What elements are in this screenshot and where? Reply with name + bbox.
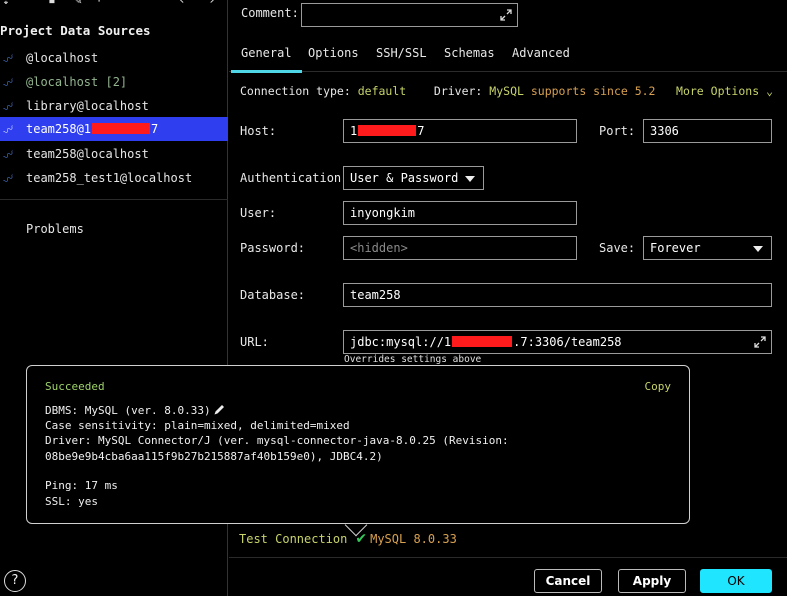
datasource-item[interactable]: 〰 team258_test1@localhost: [0, 166, 228, 190]
comment-label: Comment:: [241, 6, 299, 20]
host-prefix: 1: [350, 124, 358, 138]
datasource-item[interactable]: 〰 team258@localhost: [0, 142, 228, 166]
save-value: Forever: [650, 241, 701, 255]
dropdown-caret-icon: [753, 246, 763, 252]
connection-info-row: Connection type: default Driver: MySQL s…: [240, 84, 655, 98]
mysql-dolphin-icon: 〰: [0, 170, 18, 188]
url-hint: Overrides settings above: [344, 354, 482, 365]
popup-line: Case sensitivity: plain=mixed, delimited…: [45, 419, 350, 432]
mysql-dolphin-icon: 〰: [0, 50, 18, 68]
label-suffix: 7: [151, 122, 159, 136]
user-label: User:: [240, 206, 277, 220]
copy-link[interactable]: Copy: [645, 380, 672, 393]
pencil-icon[interactable]: [213, 403, 226, 416]
datasource-item[interactable]: 〰 @localhost [2]: [0, 70, 228, 94]
chevron-down-icon: ⌄: [766, 84, 773, 98]
redaction-bar: [92, 123, 151, 134]
toolbar-icon[interactable]: ⌐: [98, 0, 106, 8]
database-field[interactable]: team258: [343, 283, 772, 307]
driver-note: supports since 5.2: [530, 84, 656, 98]
tab-schemas[interactable]: Schemas: [444, 42, 495, 72]
test-result: MySQL 8.0.33: [370, 532, 457, 546]
authentication-value: User & Password: [350, 171, 459, 185]
divider: [0, 199, 228, 200]
expand-icon[interactable]: [500, 9, 512, 21]
more-options-link[interactable]: More Options ⌄: [676, 84, 773, 98]
comment-field[interactable]: [301, 3, 518, 27]
authentication-select[interactable]: User & Password: [343, 166, 484, 190]
datasource-item[interactable]: 〰 library@localhost: [0, 94, 228, 118]
more-options-label: More Options: [676, 84, 760, 98]
toolbar-icon[interactable]: ⇣: [2, 0, 10, 8]
save-select[interactable]: Forever: [643, 236, 772, 260]
cancel-button[interactable]: Cancel: [534, 569, 602, 593]
url-field[interactable]: jdbc:mysql://1 .7:3306/team258: [343, 330, 772, 354]
tab-advanced[interactable]: Advanced: [512, 42, 570, 72]
tab-general[interactable]: General: [231, 42, 302, 73]
mysql-dolphin-icon: 〰: [0, 121, 18, 139]
popup-line: Ping: 17 ms: [45, 479, 118, 492]
datasource-label: team258_test1@localhost: [26, 171, 193, 185]
mysql-dolphin-icon: 〰: [0, 98, 18, 116]
popup-line: SSL: yes: [45, 495, 98, 508]
port-field[interactable]: 3306: [643, 119, 772, 143]
label-prefix: team258@1: [26, 122, 92, 136]
connection-type-label: Connection type:: [240, 84, 351, 98]
datasource-label: team258@1 7: [26, 122, 158, 136]
dbms-version: DBMS: MySQL (ver. 8.0.33): [45, 404, 211, 417]
authentication-label: Authentication:: [240, 171, 349, 185]
problems-item[interactable]: Problems: [26, 222, 84, 236]
dropdown-caret-icon: [465, 176, 475, 182]
host-field[interactable]: 17: [343, 119, 577, 143]
popup-line: 08be9e9b4cba6aa115f9b27b215887af40b159e0…: [45, 450, 383, 463]
toolbar-icon[interactable]: ✎: [74, 0, 82, 8]
test-connection-popup: Succeeded Copy DBMS: MySQL (ver. 8.0.33)…: [26, 365, 690, 524]
tab-ssh-ssl[interactable]: SSH/SSL: [376, 42, 427, 72]
url-suffix: .7:3306/team258: [513, 335, 622, 349]
host-suffix: 7: [417, 124, 425, 138]
connection-type-value[interactable]: default: [358, 84, 406, 98]
test-connection-row: Test Connection ✔ MySQL 8.0.33: [239, 531, 457, 547]
redaction-bar: [452, 336, 513, 347]
host-label: Host:: [240, 124, 277, 138]
apply-button[interactable]: Apply: [618, 569, 686, 593]
driver-label: Driver:: [433, 84, 483, 98]
datasource-item[interactable]: 〰 @localhost: [0, 46, 228, 70]
user-field[interactable]: inyongkim: [343, 201, 577, 225]
datasource-item-selected[interactable]: 〰 team258@1 7: [0, 117, 228, 141]
divider: [229, 557, 787, 558]
password-label: Password:: [240, 241, 306, 255]
back-arrow-icon[interactable]: ‹: [178, 0, 186, 8]
url-prefix: jdbc:mysql://1: [350, 335, 452, 349]
help-button[interactable]: ?: [4, 570, 26, 592]
url-label: URL:: [240, 335, 269, 349]
settings-tabs: General Options SSH/SSL Schemas Advanced: [229, 42, 787, 73]
forward-arrow-icon[interactable]: ›: [208, 0, 216, 8]
toolbar-icon[interactable]: ▪: [48, 0, 56, 8]
datasource-label: team258@localhost: [26, 147, 149, 161]
password-field[interactable]: <hidden>: [343, 236, 577, 260]
port-label: Port:: [599, 124, 636, 138]
tab-options[interactable]: Options: [308, 42, 359, 72]
datasource-label: @localhost: [26, 51, 99, 65]
database-label: Database:: [240, 288, 306, 302]
datasource-label: @localhost [2]: [26, 75, 128, 89]
toolbar-icons: ⇣ ▪ ✎ ⌐ ‹ ›: [0, 0, 228, 8]
ok-button[interactable]: OK: [700, 569, 772, 593]
popup-line: Driver: MySQL Connector/J (ver. mysql-co…: [45, 434, 509, 447]
panel-title: Project Data Sources: [0, 23, 151, 38]
expand-icon[interactable]: [754, 336, 766, 348]
datasource-label: library@localhost: [26, 99, 149, 113]
driver-value[interactable]: MySQL: [489, 84, 524, 98]
redaction-bar: [358, 125, 417, 136]
mysql-dolphin-icon: 〰: [0, 74, 18, 92]
popup-line: DBMS: MySQL (ver. 8.0.33): [45, 403, 226, 417]
save-label: Save:: [599, 241, 636, 255]
mysql-dolphin-icon: 〰: [0, 146, 18, 164]
test-connection-link[interactable]: Test Connection: [239, 532, 347, 546]
popup-status: Succeeded: [45, 380, 105, 393]
